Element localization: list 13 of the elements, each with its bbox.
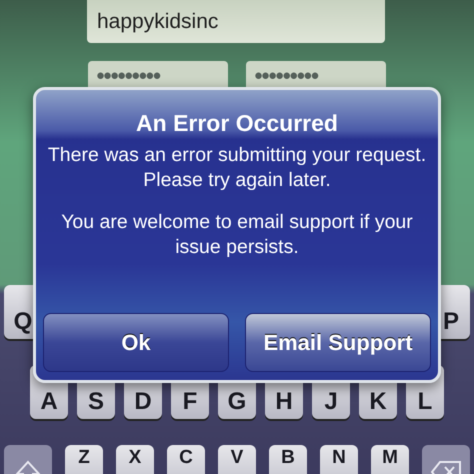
- keyboard-key[interactable]: Z: [65, 445, 103, 474]
- keyboard-key[interactable]: V: [218, 445, 256, 474]
- alert-note: You are welcome to email support if your issue persists.: [60, 210, 414, 260]
- keyboard-key[interactable]: M: [371, 445, 409, 474]
- keyboard-key[interactable]: C: [167, 445, 205, 474]
- alert-button[interactable]: Ok: [43, 313, 229, 372]
- keyboard-key[interactable]: B: [269, 445, 307, 474]
- alert-button[interactable]: Email Support: [245, 313, 431, 372]
- alert-title: An Error Occurred: [136, 110, 338, 137]
- keyboard-key[interactable]: X: [116, 445, 154, 474]
- username-field[interactable]: happykidsinc: [87, 0, 385, 43]
- alert-message: There was an error submitting your request. Please try again later.: [46, 143, 428, 194]
- keyboard-key[interactable]: N: [320, 445, 358, 474]
